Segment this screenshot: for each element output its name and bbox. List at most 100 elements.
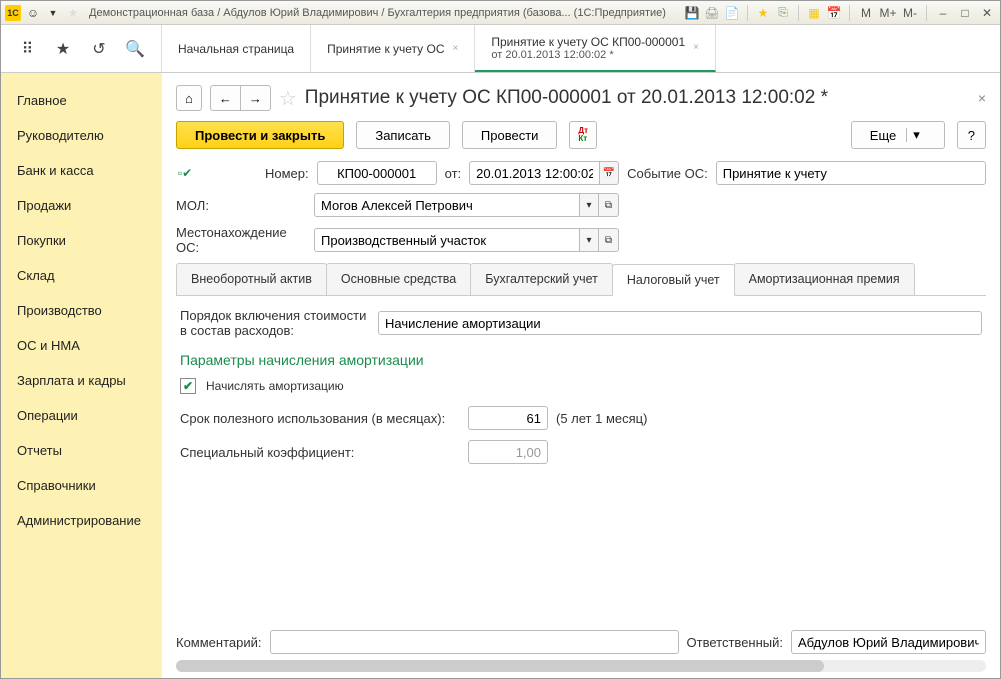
close-tab-icon[interactable]: × [453,43,459,54]
tab-content: Порядок включения стоимости в состав рас… [176,296,986,617]
close-document-icon[interactable]: × [978,90,986,106]
open-ref-icon[interactable]: ⧉ [599,193,619,217]
doc-tab-accounting[interactable]: Бухгалтерский учет [470,263,613,295]
close-tab-icon[interactable]: × [693,42,699,53]
calendar-toolbar-icon[interactable]: 📅 [826,5,842,21]
comment-input[interactable] [270,630,679,654]
post-button[interactable]: Провести [462,121,558,149]
doc-tab-tax[interactable]: Налоговый учет [612,264,735,296]
useful-life-input[interactable] [468,406,548,430]
sidebar-item-catalogs[interactable]: Справочники [1,468,162,503]
form-grid: ▫✔ Номер: от: 📅 Событие ОС: МОЛ: [176,161,986,255]
row-location: Местонахождение ОС: ▾ ⧉ [176,225,986,255]
search-icon[interactable]: 🔍 [125,39,145,59]
depreciation-section-title: Параметры начисления амортизации [180,352,982,368]
doc-tab-premium[interactable]: Амортизационная премия [734,263,915,295]
location-label: Местонахождение ОС: [176,225,306,255]
dt-kt-icon: ДтКт [578,127,588,143]
home-button[interactable]: ⌂ [176,85,202,111]
link-toolbar-icon[interactable]: ⎘ [775,5,791,21]
sidebar-item-reports[interactable]: Отчеты [1,433,162,468]
body: Главное Руководителю Банк и касса Продаж… [1,73,1000,678]
print-toolbar-icon[interactable]: 🖨 [704,5,720,21]
sidebar-item-os-nma[interactable]: ОС и НМА [1,328,162,363]
event-input[interactable] [716,161,986,185]
document-tabs: Внеоборотный актив Основные средства Бух… [176,263,986,296]
number-input[interactable] [317,161,437,185]
mem-mminus-button[interactable]: M- [901,5,919,21]
more-button[interactable]: Еще ▾ [851,121,945,149]
row-special-coef: Специальный коэффициент: [180,440,982,464]
sidebar-item-bank[interactable]: Банк и касса [1,153,162,188]
sidebar-item-salary[interactable]: Зарплата и кадры [1,363,162,398]
sidebar-item-manager[interactable]: Руководителю [1,118,162,153]
fav-star-icon[interactable]: ★ [755,5,771,21]
location-input[interactable] [314,228,579,252]
mem-mplus-button[interactable]: M+ [879,5,897,21]
history-icon[interactable]: ↺ [89,39,109,59]
doc-tab-asset[interactable]: Внеоборотный актив [176,263,327,295]
dropdown-arrow-icon: ▾ [906,128,926,142]
dropdown-icon[interactable]: ▼ [45,5,61,21]
sidebar-item-admin[interactable]: Администрирование [1,503,162,538]
save-button[interactable]: Записать [356,121,450,149]
favorite-star-icon[interactable]: ☆ [279,86,297,111]
cost-order-input[interactable] [378,311,982,335]
scrollbar-thumb[interactable] [176,660,824,672]
horizontal-scrollbar[interactable] [176,660,986,672]
sidebar-item-operations[interactable]: Операции [1,398,162,433]
calendar-picker-icon[interactable]: 📅 [599,161,619,185]
maximize-button[interactable]: □ [956,5,974,21]
doc-toolbar-icon[interactable]: 📄 [724,5,740,21]
footer-row: Комментарий: Ответственный: [176,617,986,660]
favorites-star-icon[interactable]: ★ [53,39,73,59]
posted-flag-icon: ▫✔ [176,164,194,182]
apps-grid-icon[interactable]: ⠿ [17,39,37,59]
tabs-controls: ⠿ ★ ↺ 🔍 [1,25,162,72]
window-title: Демонстрационная база / Абдулов Юрий Вла… [85,7,680,19]
open-ref-icon[interactable]: ⧉ [599,228,619,252]
date-input[interactable] [469,161,599,185]
document-header: ⌂ ← → ☆ Принятие к учету ОС КП00-000001 … [176,79,986,121]
help-button[interactable]: ? [957,121,986,149]
row-useful-life: Срок полезного использования (в месяцах)… [180,406,982,430]
mol-input[interactable] [314,193,579,217]
useful-life-label: Срок полезного использования (в месяцах)… [180,411,460,426]
minimize-button[interactable]: – [934,5,952,21]
sidebar-item-sales[interactable]: Продажи [1,188,162,223]
back-button[interactable]: ← [210,85,240,111]
app-icon: 1C [5,5,21,21]
more-button-label: Еще [870,128,896,143]
sidebar-item-purchases[interactable]: Покупки [1,223,162,258]
forward-button[interactable]: → [240,85,271,111]
sidebar-item-stock[interactable]: Склад [1,258,162,293]
mem-m-button[interactable]: M [857,5,875,21]
close-window-button[interactable]: ✕ [978,5,996,21]
cost-order-label: Порядок включения стоимости в состав рас… [180,308,370,338]
save-toolbar-icon[interactable]: 💾 [684,5,700,21]
calc-deprec-checkbox[interactable]: ✔ [180,378,196,394]
document-title: Принятие к учету ОС КП00-000001 от 20.01… [305,87,970,109]
doc-tab-fixed-assets[interactable]: Основные средства [326,263,471,295]
sidebar-item-main[interactable]: Главное [1,83,162,118]
row-mol: МОЛ: ▾ ⧉ [176,193,986,217]
event-label: Событие ОС: [627,166,708,181]
tab-label: Принятие к учету ОС [327,42,444,56]
row-number-date: ▫✔ Номер: от: 📅 Событие ОС: [176,161,986,185]
page-tab-doc1[interactable]: Принятие к учету ОС × [311,25,475,72]
dt-kt-button[interactable]: ДтКт [569,121,597,149]
page-tab-doc2[interactable]: Принятие к учету ОС КП00-000001 от 20.01… [475,25,716,72]
post-and-close-button[interactable]: Провести и закрыть [176,121,344,149]
sidebar-item-production[interactable]: Производство [1,293,162,328]
smiley-icon[interactable]: ☺ [25,5,41,21]
location-input-combo: ▾ ⧉ [314,228,619,252]
page-tab-start[interactable]: Начальная страница [162,25,311,72]
dropdown-icon[interactable]: ▾ [579,228,599,252]
dropdown-icon[interactable]: ▾ [579,193,599,217]
titlebar: 1C ☺ ▼ ★ Демонстрационная база / Абдулов… [1,1,1000,25]
calc-toolbar-icon[interactable]: ▦ [806,5,822,21]
star-toolbar-icon[interactable]: ★ [65,5,81,21]
command-bar: Провести и закрыть Записать Провести ДтК… [176,121,986,161]
row-calc-deprec: ✔ Начислять амортизацию [180,378,982,394]
responsible-input[interactable] [791,630,986,654]
